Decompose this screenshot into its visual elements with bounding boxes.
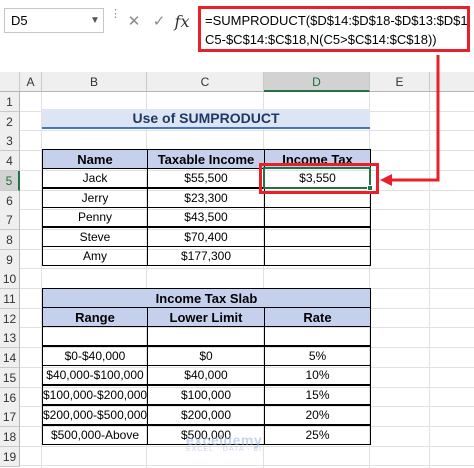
row-header-16[interactable]: 16: [0, 387, 20, 408]
income-cell-tax[interactable]: [264, 226, 371, 247]
formula-bar-area: D5 ▼ ⋮ ✕ ✓ fx =SUMPRODUCT($D$14:$D$18-$D…: [0, 0, 474, 62]
income-cell-name[interactable]: Jack: [42, 168, 148, 188]
slab-cell-limit[interactable]: $0: [147, 345, 265, 366]
gridline-horizontal: [20, 465, 474, 467]
row-header-19[interactable]: 19: [0, 446, 20, 467]
name-box-value: D5: [11, 13, 28, 28]
slab-cell-rate[interactable]: 15%: [264, 385, 371, 406]
header-rate[interactable]: Rate: [264, 307, 371, 327]
row-header-2[interactable]: 2: [0, 111, 20, 132]
worksheet-grid[interactable]: A B C D E 1 2 3 4 5 6 7 8 9 10 11 12 13 14 15 16 17 18 19 …: [0, 55, 474, 468]
income-cell-tax[interactable]: [264, 246, 371, 267]
watermark-logo: exceldemy EXCEL · DATA · BI: [186, 432, 262, 453]
gridline-horizontal: [20, 268, 474, 270]
row-header-7[interactable]: 7: [0, 210, 20, 231]
header-taxable-income[interactable]: Taxable Income: [147, 149, 265, 169]
income-cell-income[interactable]: $177,300: [147, 246, 265, 267]
income-cell-income[interactable]: $55,500: [147, 168, 265, 188]
formula-input[interactable]: =SUMPRODUCT($D$14:$D$18-$D$13:$D$17, C5-…: [198, 6, 470, 52]
sheet-title[interactable]: Use of SUMPRODUCT: [42, 109, 370, 129]
slab-cell-limit[interactable]: $100,000: [147, 385, 265, 406]
slab-cell-rate[interactable]: [264, 326, 371, 346]
check-icon[interactable]: ✓: [149, 11, 169, 31]
row-header-18[interactable]: 18: [0, 426, 20, 447]
slab-cell-rate[interactable]: 25%: [264, 424, 371, 445]
slab-cell-limit[interactable]: [147, 326, 265, 346]
row-header-6[interactable]: 6: [0, 190, 20, 211]
row-header-3[interactable]: 3: [0, 131, 20, 152]
income-cell-income[interactable]: $23,300: [147, 187, 265, 208]
row-header-14[interactable]: 14: [0, 348, 20, 369]
income-cell-name[interactable]: Steve: [42, 226, 148, 247]
row-header-13[interactable]: 13: [0, 328, 20, 349]
row-header-9[interactable]: 9: [0, 249, 20, 270]
row-header-10[interactable]: 10: [0, 269, 20, 290]
slab-cell-range[interactable]: $200,000-$500,000: [42, 404, 148, 425]
row-header-8[interactable]: 8: [0, 229, 20, 250]
row-header-12[interactable]: 12: [0, 308, 20, 329]
slab-cell-range[interactable]: $40,000-$100,000: [42, 365, 148, 386]
slab-cell-range[interactable]: $500,000-Above: [42, 424, 148, 445]
column-header-d[interactable]: D: [264, 72, 370, 92]
column-header-c[interactable]: C: [147, 72, 264, 92]
income-cell-income[interactable]: $43,500: [147, 207, 265, 228]
row-header-5[interactable]: 5: [0, 170, 20, 191]
insert-function-icon[interactable]: fx: [172, 11, 192, 31]
slab-table-title[interactable]: Income Tax Slab: [42, 288, 371, 308]
name-box[interactable]: D5 ▼: [4, 8, 104, 33]
slab-cell-range[interactable]: [42, 326, 148, 346]
slab-cell-rate[interactable]: 5%: [264, 345, 371, 366]
row-header-15[interactable]: 15: [0, 367, 20, 388]
slab-cell-rate[interactable]: 20%: [264, 404, 371, 425]
column-header-blank: [430, 72, 474, 92]
row-header-4[interactable]: 4: [0, 151, 20, 172]
column-header-e[interactable]: E: [370, 72, 430, 92]
header-range[interactable]: Range: [42, 307, 148, 327]
income-cell-name[interactable]: Jerry: [42, 187, 148, 208]
slab-cell-limit[interactable]: $40,000: [147, 365, 265, 386]
formula-line-1: =SUMPRODUCT($D$14:$D$18-$D$13:$D$17,: [205, 13, 470, 28]
chevron-down-icon[interactable]: ▼: [87, 15, 103, 26]
header-lower-limit[interactable]: Lower Limit: [147, 307, 265, 327]
select-all-corner[interactable]: [0, 72, 20, 92]
formula-line-2: C5-$C$14:$C$18,N(C5>$C$14:$C$18)): [205, 32, 437, 47]
row-header-11[interactable]: 11: [0, 289, 20, 309]
gridline-horizontal: [20, 130, 474, 132]
gridline-vertical: [429, 92, 430, 468]
slab-cell-limit[interactable]: $200,000: [147, 404, 265, 425]
income-cell-name[interactable]: Penny: [42, 207, 148, 228]
slab-cell-range[interactable]: $100,000-$200,000: [42, 385, 148, 406]
highlight-box: [259, 163, 379, 194]
header-name[interactable]: Name: [42, 149, 148, 169]
slab-cell-range[interactable]: $0-$40,000: [42, 345, 148, 366]
income-cell-name[interactable]: Amy: [42, 246, 148, 267]
row-header-17[interactable]: 17: [0, 407, 20, 428]
drag-handle-icon[interactable]: ⋮: [110, 9, 121, 31]
watermark-tagline: EXCEL · DATA · BI: [186, 446, 262, 453]
row-header-1[interactable]: 1: [0, 92, 20, 112]
slab-cell-rate[interactable]: 10%: [264, 365, 371, 386]
income-cell-income[interactable]: $70,400: [147, 226, 265, 247]
income-cell-tax[interactable]: [264, 207, 371, 228]
column-header-a[interactable]: A: [20, 72, 42, 92]
cancel-icon[interactable]: ✕: [124, 11, 144, 31]
column-header-b[interactable]: B: [42, 72, 147, 92]
